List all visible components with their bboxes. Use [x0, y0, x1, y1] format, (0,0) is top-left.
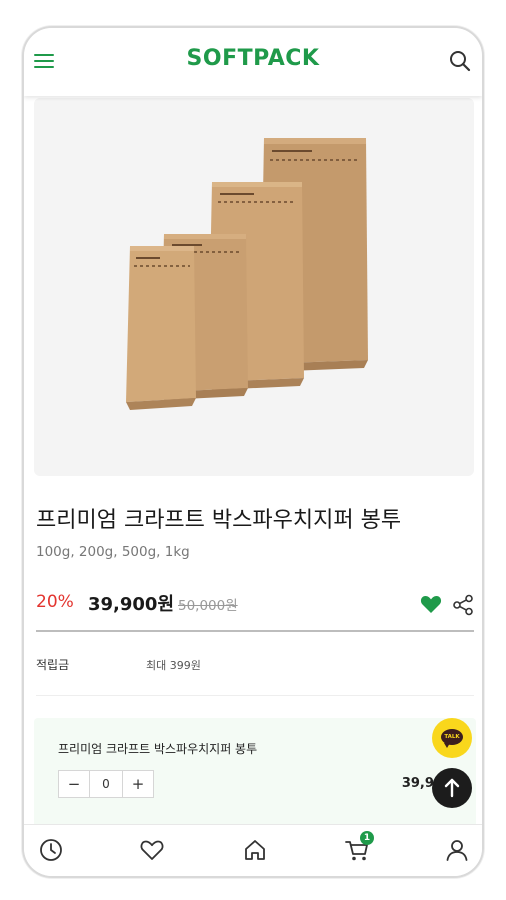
product-title: 프리미엄 크라프트 박스파우치지퍼 봉투 — [36, 508, 402, 533]
clock-icon[interactable] — [38, 837, 64, 863]
increase-button[interactable]: + — [123, 771, 153, 797]
quantity-value[interactable]: 0 — [89, 771, 123, 797]
kakao-talk-icon[interactable]: TALK — [432, 718, 472, 758]
decrease-button[interactable]: − — [59, 771, 89, 797]
phone-frame: SOFTPACK 프리미엄 크라프트 박스파우치지퍼 봉투 100g, 200g… — [22, 26, 484, 878]
product-image — [34, 98, 474, 476]
arrow-up-icon[interactable] — [432, 768, 472, 808]
cart-icon[interactable]: 1 — [344, 831, 374, 863]
order-product-name: 프리미엄 크라프트 박스파우치지퍼 봉투 — [58, 742, 258, 756]
product-options: 100g, 200g, 500g, 1kg — [36, 544, 190, 560]
sale-price: 39,900원 — [88, 594, 175, 615]
price-row: 20% 39,900원 50,000원 — [36, 590, 474, 618]
divider — [36, 630, 474, 632]
bottom-nav: 1 — [24, 824, 482, 876]
points-label: 적립금 — [36, 658, 70, 672]
home-icon[interactable] — [242, 837, 268, 863]
app-header: SOFTPACK — [24, 28, 482, 96]
heart-icon[interactable] — [420, 594, 442, 614]
pouch-100g — [126, 246, 196, 410]
heart-outline-icon[interactable] — [139, 837, 165, 863]
order-summary: 프리미엄 크라프트 박스파우치지퍼 봉투 − 0 + 39,900 — [34, 718, 476, 828]
cart-count-badge: 1 — [360, 831, 374, 845]
quantity-stepper: − 0 + — [58, 770, 154, 798]
points-value: 최대 399원 — [146, 659, 201, 672]
share-icon[interactable] — [452, 594, 474, 616]
logo[interactable]: SOFTPACK — [24, 46, 482, 71]
original-price: 50,000원 — [178, 598, 238, 614]
discount-rate: 20% — [36, 592, 74, 612]
divider — [36, 695, 474, 696]
user-icon[interactable] — [444, 837, 470, 863]
search-icon[interactable] — [448, 49, 472, 73]
